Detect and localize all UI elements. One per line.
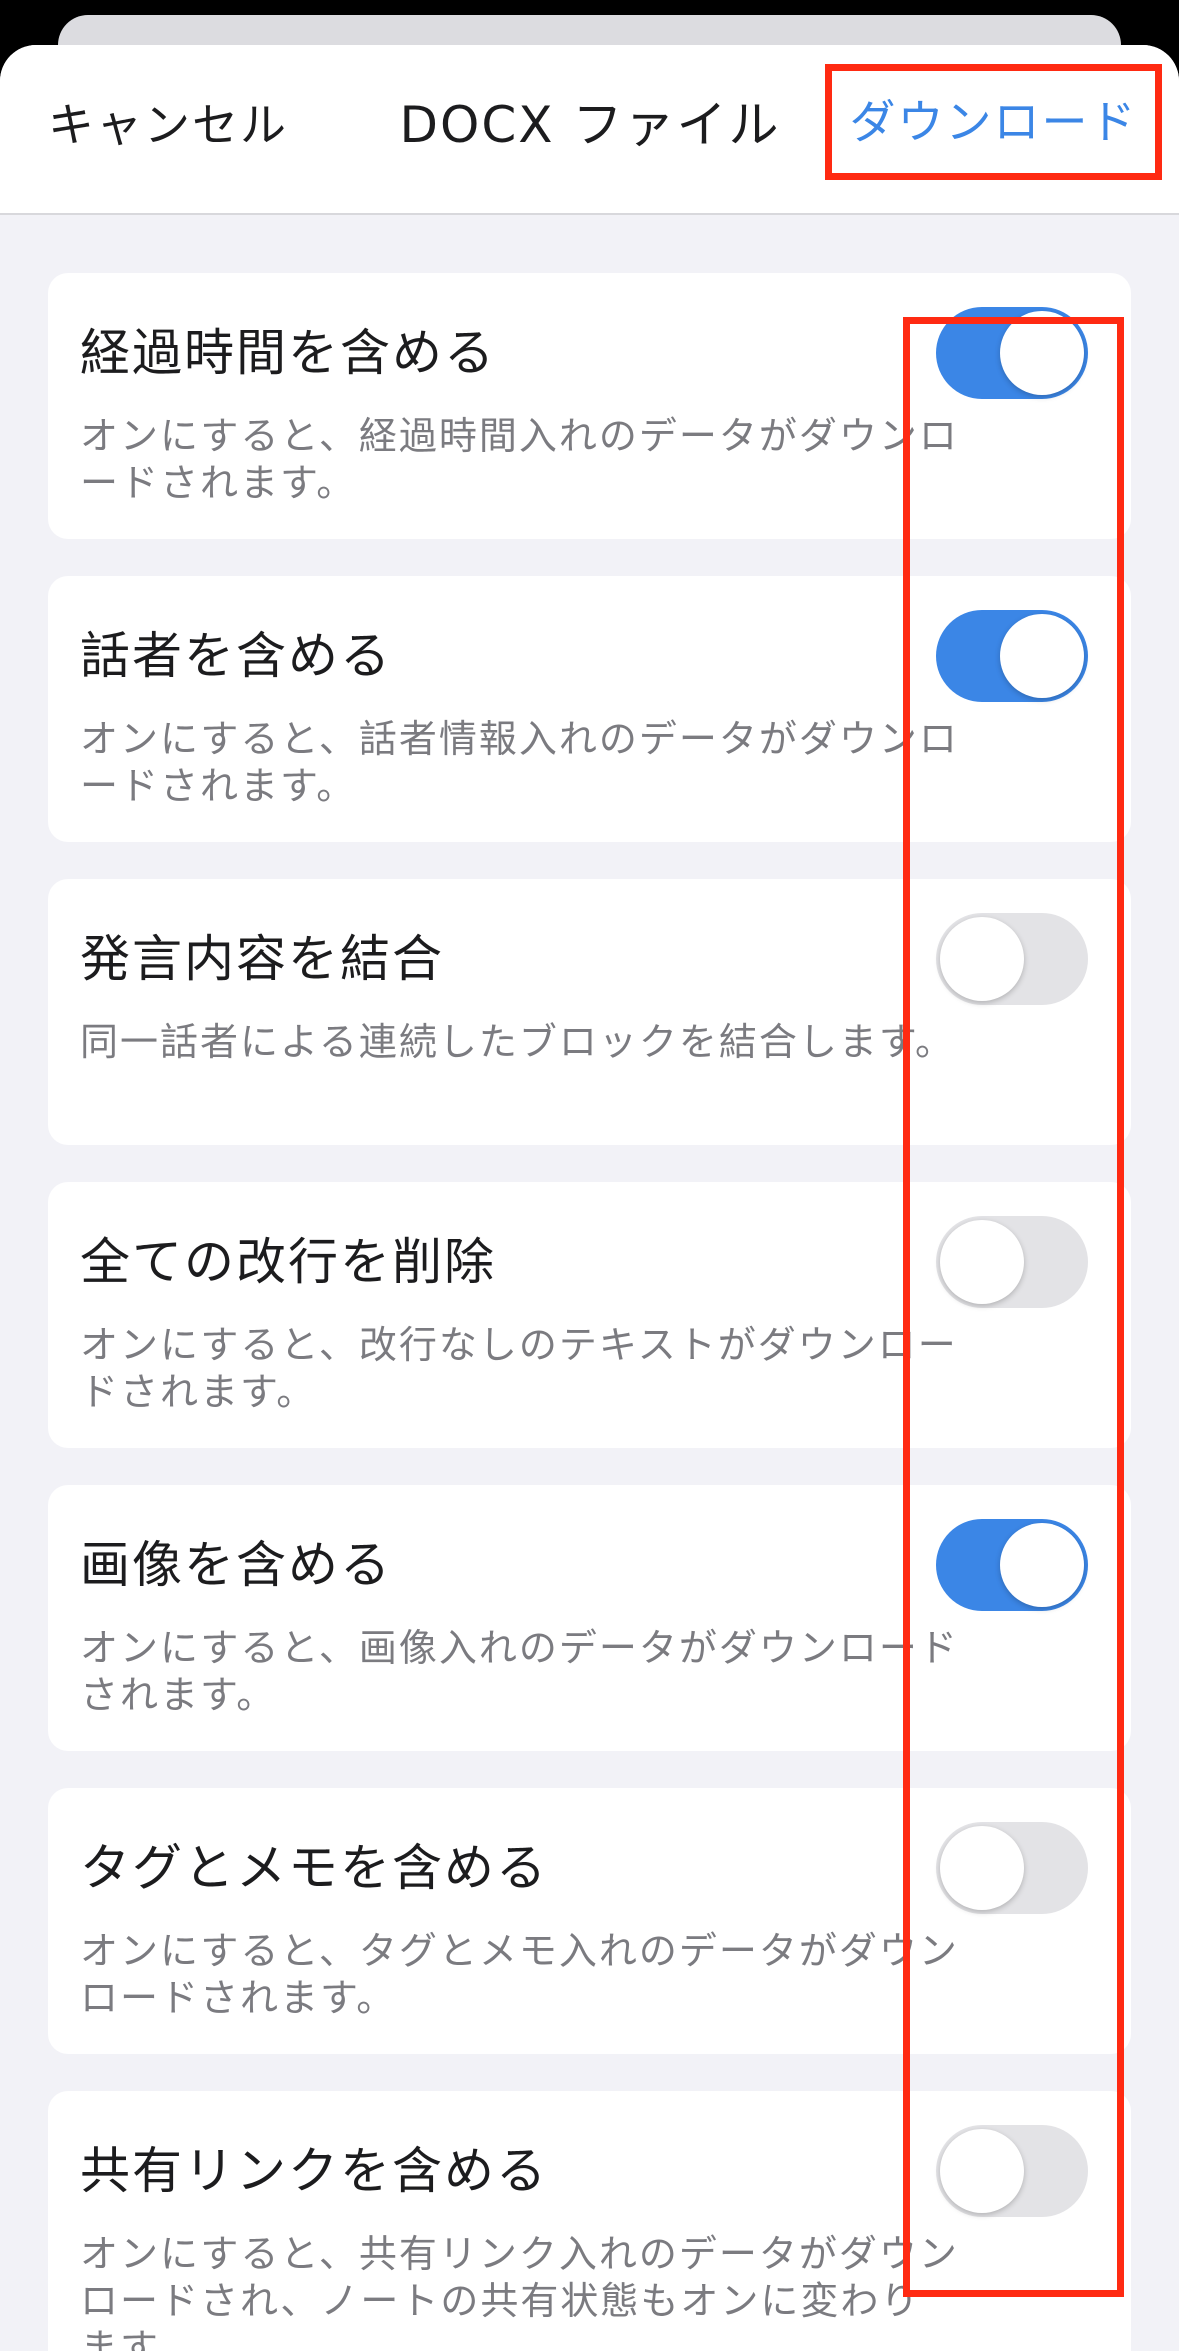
option-label: 共有リンクを含める [80, 2142, 548, 2200]
option-description: オンにすると、経過時間入れのデータがダウンロードされます。 [80, 414, 959, 505]
include-images-toggle[interactable] [936, 1519, 1088, 1611]
option-label: 画像を含める [80, 1536, 392, 1594]
include-timestamps-toggle[interactable] [936, 307, 1088, 399]
option-description: オンにすると、話者情報入れのデータがダウンロードされます。 [80, 717, 959, 808]
toggle-knob [940, 1220, 1024, 1304]
toggle-knob [940, 1826, 1024, 1910]
docx-export-sheet: キャンセル DOCX ファイル ダウンロード 経過時間を含める オンにすると、経… [0, 45, 1179, 2351]
toggle-knob [1000, 1523, 1084, 1607]
remove-line-breaks-toggle[interactable] [936, 1216, 1088, 1308]
option-merge-statements: 発言内容を結合 同一話者による連続したブロックを結合します。 [48, 879, 1131, 1145]
toggle-knob [940, 2129, 1024, 2213]
merge-statements-toggle[interactable] [936, 913, 1088, 1005]
option-include-timestamps: 経過時間を含める オンにすると、経過時間入れのデータがダウンロードされます。 [48, 273, 1131, 539]
option-label: タグとメモを含める [80, 1839, 548, 1897]
option-include-tags-memos: タグとメモを含める オンにすると、タグとメモ入れのデータがダウンロードされます。 [48, 1788, 1131, 2054]
include-speakers-toggle[interactable] [936, 610, 1088, 702]
option-label: 経過時間を含める [80, 324, 496, 382]
option-label: 全ての改行を削除 [80, 1233, 496, 1291]
download-button[interactable]: ダウンロード [825, 64, 1162, 180]
option-description: オンにすると、共有リンク入れのデータがダウンロードされ、ノートの共有状態もオンに… [80, 2232, 959, 2351]
option-description: オンにすると、画像入れのデータがダウンロードされます。 [80, 1626, 959, 1717]
option-include-images: 画像を含める オンにすると、画像入れのデータがダウンロードされます。 [48, 1485, 1131, 1751]
page-title: DOCX ファイル [399, 96, 781, 154]
option-description: オンにすると、改行なしのテキストがダウンロードされます。 [80, 1323, 958, 1414]
option-include-share-link: 共有リンクを含める オンにすると、共有リンク入れのデータがダウンロードされ、ノー… [48, 2091, 1131, 2351]
option-remove-line-breaks: 全ての改行を削除 オンにすると、改行なしのテキストがダウンロードされます。 [48, 1182, 1131, 1448]
option-include-speakers: 話者を含める オンにすると、話者情報入れのデータがダウンロードされます。 [48, 576, 1131, 842]
option-label: 話者を含める [80, 627, 392, 685]
toggle-knob [1000, 614, 1084, 698]
include-tags-memos-toggle[interactable] [936, 1822, 1088, 1914]
cancel-button[interactable]: キャンセル [48, 95, 288, 155]
toggle-knob [1000, 311, 1084, 395]
include-share-link-toggle[interactable] [936, 2125, 1088, 2217]
navigation-bar: キャンセル DOCX ファイル ダウンロード [0, 45, 1179, 215]
option-description: オンにすると、タグとメモ入れのデータがダウンロードされます。 [80, 1929, 959, 2020]
toggle-knob [940, 917, 1024, 1001]
option-description: 同一話者による連続したブロックを結合します。 [80, 1020, 956, 1064]
option-label: 発言内容を結合 [80, 930, 444, 988]
